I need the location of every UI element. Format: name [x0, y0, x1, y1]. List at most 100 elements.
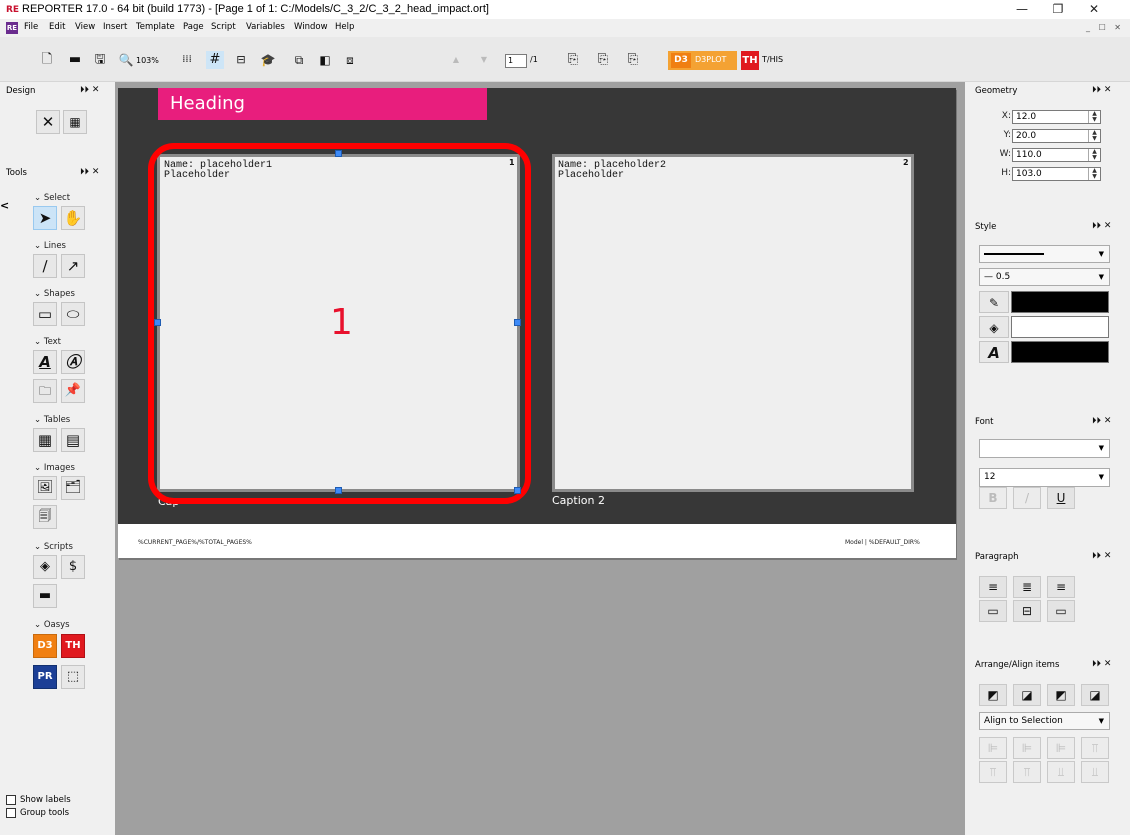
- image-icon[interactable]: 🖼: [33, 476, 57, 500]
- d3plot-button[interactable]: D3 D3PLOT: [668, 51, 737, 70]
- geometry-w-input[interactable]: 110.0 ▲ ▼: [1012, 148, 1101, 162]
- fill-color-swatch[interactable]: [1011, 316, 1109, 338]
- add-page-icon[interactable]: ⎘: [564, 51, 582, 69]
- arrow-line-icon[interactable]: ↗: [61, 254, 85, 278]
- image-file-icon[interactable]: 🗂: [61, 476, 85, 500]
- line-style-dropdown[interactable]: ▼: [979, 245, 1110, 263]
- design-panel-controls[interactable]: ⏵⏵ ✕: [80, 85, 99, 95]
- spinner-arrows-icon[interactable]: ▲ ▼: [1088, 149, 1100, 161]
- align-right-icon[interactable]: ≡: [1047, 576, 1075, 598]
- text-icon[interactable]: A: [33, 350, 57, 374]
- resize-handle-top[interactable]: [335, 150, 342, 157]
- section-select[interactable]: ⌄ Select: [34, 193, 70, 203]
- section-oasys[interactable]: ⌄ Oasys: [34, 620, 70, 630]
- align-to-dropdown[interactable]: Align to Selection ▼: [979, 712, 1110, 730]
- auto-table-icon[interactable]: ▤: [61, 428, 85, 452]
- pan-hand-icon[interactable]: ✋: [61, 206, 85, 230]
- close-button[interactable]: ✕: [1084, 2, 1104, 16]
- footer-model-dir[interactable]: Model | %DEFAULT_DIR%: [845, 539, 920, 546]
- section-text[interactable]: ⌄ Text: [34, 337, 61, 347]
- page-number-input[interactable]: 1: [505, 54, 527, 68]
- script-icon[interactable]: ◈: [33, 555, 57, 579]
- distribute-h-icon[interactable]: ⫫: [1047, 761, 1075, 783]
- spinner-arrows-icon[interactable]: ▲ ▼: [1088, 130, 1100, 142]
- placeholder-2[interactable]: [552, 154, 914, 492]
- this-logo-icon[interactable]: TH: [741, 51, 759, 70]
- menu-help[interactable]: Help: [335, 22, 354, 32]
- menu-variables[interactable]: Variables: [246, 22, 285, 32]
- resize-handle-bottom[interactable]: [335, 487, 342, 494]
- send-backward-icon[interactable]: ◩: [1047, 684, 1075, 706]
- rectangle-icon[interactable]: ▭: [33, 302, 57, 326]
- align-vcenter-icon[interactable]: ⫪: [979, 761, 1007, 783]
- image-gallery-icon[interactable]: 🗐: [33, 505, 57, 529]
- italic-button[interactable]: /: [1013, 487, 1041, 509]
- align-top-edge-icon[interactable]: ⫪: [1081, 737, 1109, 759]
- bring-forward-icon[interactable]: ◪: [1013, 684, 1041, 706]
- ellipse-icon[interactable]: ⬭: [61, 302, 85, 326]
- font-size-dropdown[interactable]: 12 ▼: [979, 468, 1110, 487]
- align-bottom-edge-icon[interactable]: ⫪: [1013, 761, 1041, 783]
- page-first-icon[interactable]: ⧉: [290, 51, 308, 69]
- this-label[interactable]: T/HIS: [762, 55, 783, 64]
- menu-view[interactable]: View: [75, 22, 95, 32]
- line-color-icon[interactable]: ✎: [979, 291, 1009, 313]
- menu-script[interactable]: Script: [211, 22, 236, 32]
- tools-panel-controls[interactable]: ⏵⏵ ✕: [80, 167, 99, 177]
- distribute-v-icon[interactable]: ⫫: [1081, 761, 1109, 783]
- menu-window[interactable]: Window: [294, 22, 328, 32]
- section-tables[interactable]: ⌄ Tables: [34, 415, 70, 425]
- fill-bucket-icon[interactable]: ◈: [979, 316, 1009, 338]
- text-color-swatch[interactable]: [1011, 341, 1109, 363]
- new-file-icon[interactable]: 🗋: [38, 51, 56, 69]
- text-file-icon[interactable]: 🗀: [33, 379, 57, 403]
- line-icon[interactable]: ∕: [33, 254, 57, 278]
- menu-page[interactable]: Page: [183, 22, 204, 32]
- menu-edit[interactable]: Edit: [49, 22, 65, 32]
- line-width-dropdown[interactable]: — 0.5 ▼: [979, 268, 1110, 286]
- send-to-back-icon[interactable]: ◪: [1081, 684, 1109, 706]
- tools-wrench-icon[interactable]: ✕: [36, 110, 60, 134]
- text-color-icon[interactable]: A: [979, 341, 1009, 363]
- spinner-arrows-icon[interactable]: ▲ ▼: [1088, 111, 1100, 123]
- align-center-icon[interactable]: ≣: [1013, 576, 1041, 598]
- page-prev-icon[interactable]: ◧: [316, 51, 334, 69]
- snap-icon[interactable]: ⊟: [232, 51, 250, 69]
- save-icon[interactable]: 🖫: [91, 51, 109, 69]
- geometry-panel-controls[interactable]: ⏵⏵ ✕: [1092, 85, 1111, 95]
- textbox-icon[interactable]: Ⓐ: [61, 350, 85, 374]
- valign-middle-icon[interactable]: ⊟: [1013, 600, 1041, 622]
- down-arrow-icon[interactable]: ▼: [475, 51, 493, 69]
- geometry-x-input[interactable]: 12.0 ▲ ▼: [1012, 110, 1101, 124]
- template-icon[interactable]: ▦: [63, 110, 87, 134]
- placeholder-tool-icon[interactable]: ⬚: [61, 665, 85, 689]
- underline-button[interactable]: U: [1047, 487, 1075, 509]
- align-left-edge-icon[interactable]: ⊫: [979, 737, 1007, 759]
- page-view-icon[interactable]: ⧈: [341, 51, 359, 69]
- spinner-arrows-icon[interactable]: ▲ ▼: [1088, 168, 1100, 180]
- page-heading[interactable]: Heading: [158, 88, 487, 120]
- paragraph-panel-controls[interactable]: ⏵⏵ ✕: [1092, 551, 1111, 561]
- align-right-edge-icon[interactable]: ⊫: [1047, 737, 1075, 759]
- arrange-panel-controls[interactable]: ⏵⏵ ✕: [1092, 659, 1111, 669]
- add-page-2-icon[interactable]: ⎘: [594, 51, 612, 69]
- valign-bottom-icon[interactable]: ▭: [1047, 600, 1075, 622]
- menu-template[interactable]: Template: [136, 22, 175, 32]
- align-hcenter-icon[interactable]: ⊫: [1013, 737, 1041, 759]
- select-arrow-icon[interactable]: ➤: [33, 206, 57, 230]
- oasys-d3plot-icon[interactable]: D3: [33, 634, 57, 658]
- valign-top-icon[interactable]: ▭: [979, 600, 1007, 622]
- resize-handle-right[interactable]: [514, 319, 521, 326]
- menu-file[interactable]: File: [24, 22, 38, 32]
- collapse-arrow-icon[interactable]: <: [0, 199, 9, 212]
- pin-icon[interactable]: 📌: [61, 379, 85, 403]
- resize-handle-left[interactable]: [154, 319, 161, 326]
- section-scripts[interactable]: ⌄ Scripts: [34, 542, 73, 552]
- add-page-3-icon[interactable]: ⎘: [624, 51, 642, 69]
- table-icon[interactable]: ▦: [33, 428, 57, 452]
- section-lines[interactable]: ⌄ Lines: [34, 241, 66, 251]
- geometry-h-input[interactable]: 103.0 ▲ ▼: [1012, 167, 1101, 181]
- menu-insert[interactable]: Insert: [103, 22, 127, 32]
- font-panel-controls[interactable]: ⏵⏵ ✕: [1092, 416, 1111, 426]
- caption-2[interactable]: Caption 2: [552, 494, 605, 507]
